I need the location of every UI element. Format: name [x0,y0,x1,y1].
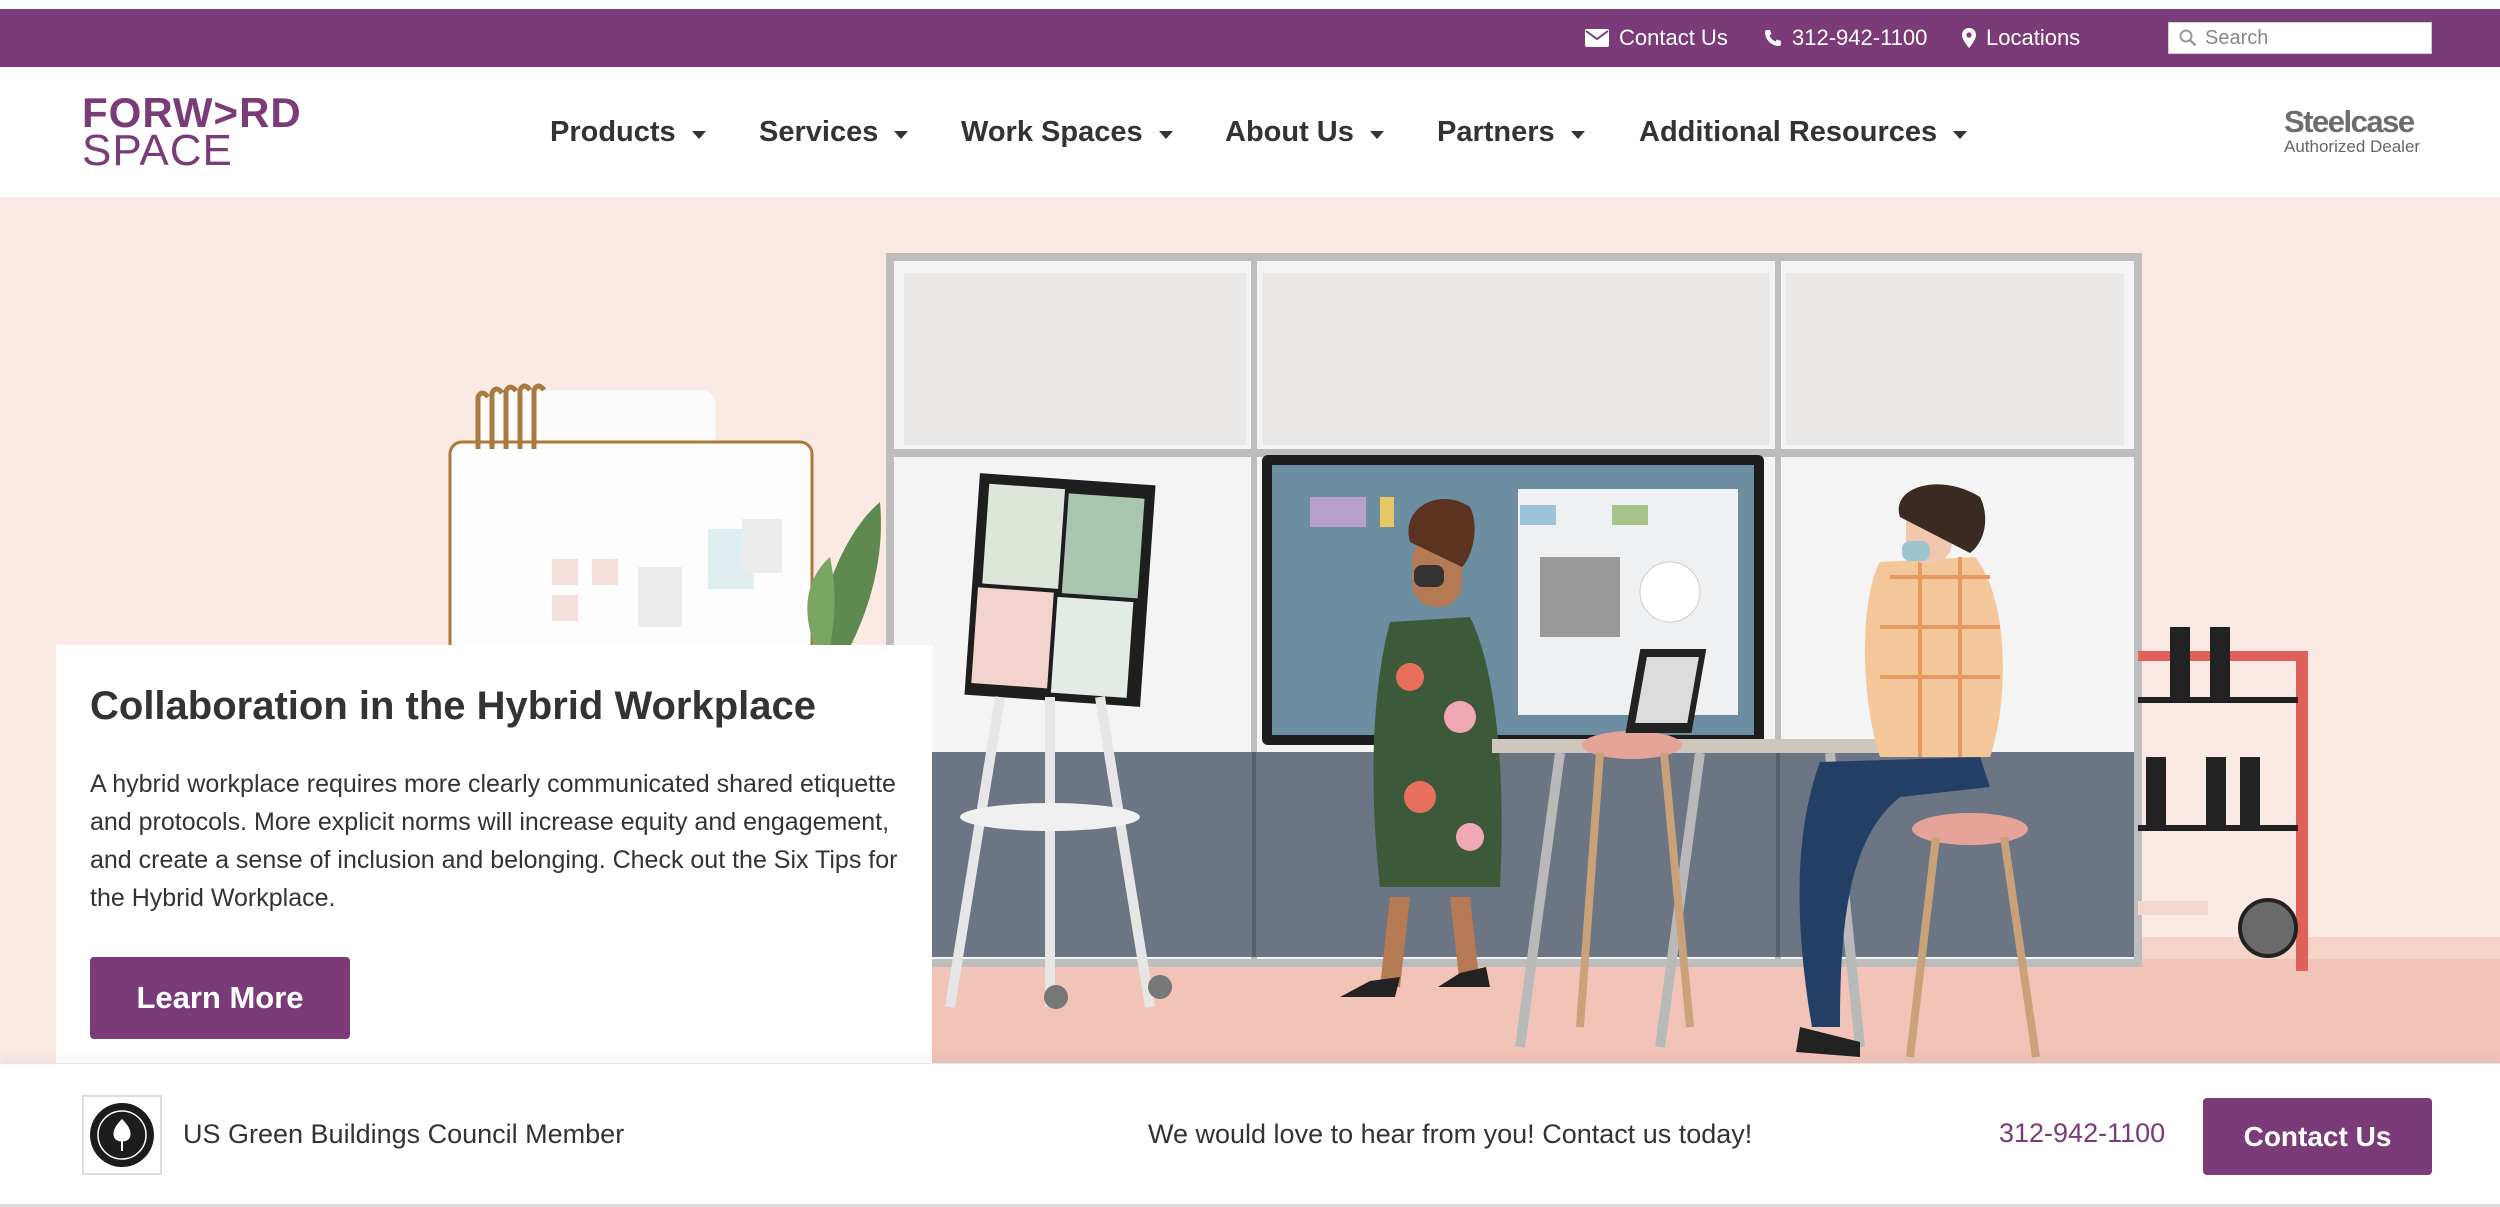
forward-space-logo[interactable]: FORW>RD SPACE [82,92,302,175]
contact-cta-text: We would love to hear from you! Contact … [1148,1119,1753,1149]
bottom-phone-link[interactable]: 312-942-1100 [1999,1118,2165,1149]
main-header: FORW>RD SPACE Products Services Work Spa… [0,67,2500,197]
topbar-phone-link[interactable]: 312-942-1100 [1764,9,1927,67]
chevron-down-icon [691,130,706,139]
nav-products-label: Products [550,116,676,148]
hero-body: A hybrid workplace requires more clearly… [90,770,898,912]
nav-additional-resources-label: Additional Resources [1639,116,1938,148]
hero-banner: Collaboration in the Hybrid Workplace A … [0,197,2500,1063]
nav-about-us-label: About Us [1225,116,1354,148]
learn-more-button[interactable]: Learn More [90,957,350,1039]
dealer-brand: Steelcase [2284,104,2415,139]
topbar-contact-label: Contact Us [1619,25,1728,50]
map-pin-icon [1962,28,1976,48]
hero-card: Collaboration in the Hybrid Workplace A … [56,645,932,1063]
steelcase-dealer-logo[interactable]: Steelcase Authorized Dealer [2284,104,2421,157]
chevron-down-icon [1953,130,1968,139]
contact-us-button[interactable]: Contact Us [2203,1098,2432,1175]
logo-line-2: SPACE [82,126,233,175]
chevron-down-icon [1570,130,1585,139]
utility-bar: Contact Us 312-942-1100 Locations [0,9,2500,67]
nav-work-spaces[interactable]: Work Spaces [961,116,1173,149]
chevron-down-icon [1158,130,1173,139]
nav-services-label: Services [759,116,879,148]
hero-title: Collaboration in the Hybrid Workplace [90,684,817,728]
nav-partners[interactable]: Partners [1437,116,1585,149]
topbar-contact-link[interactable]: Contact Us [1585,9,1728,67]
nav-services[interactable]: Services [759,116,909,149]
nav-about-us[interactable]: About Us [1225,116,1384,149]
topbar-locations-label: Locations [1986,25,2081,50]
membership-text: US Green Buildings Council Member [183,1119,625,1149]
nav-partners-label: Partners [1437,116,1555,148]
nav-products[interactable]: Products [550,116,706,149]
search-input[interactable] [2205,26,2425,50]
dealer-sub: Authorized Dealer [2284,137,2421,156]
contact-bar: US Green Buildings Council Member We wou… [0,1063,2500,1207]
phone-icon [1765,30,1781,46]
usgbc-member-badge [82,1095,162,1175]
topbar-locations-link[interactable]: Locations [1962,9,2080,67]
nav-additional-resources[interactable]: Additional Resources [1639,116,1968,149]
chevron-down-icon [1369,130,1384,139]
envelope-icon [1585,29,1609,47]
topbar-phone-label: 312-942-1100 [1792,25,1928,50]
search-icon [2179,29,2197,47]
search-box [2168,22,2432,54]
usgbc-seal-icon [90,1103,154,1167]
chevron-down-icon [894,130,909,139]
nav-work-spaces-label: Work Spaces [961,116,1143,148]
